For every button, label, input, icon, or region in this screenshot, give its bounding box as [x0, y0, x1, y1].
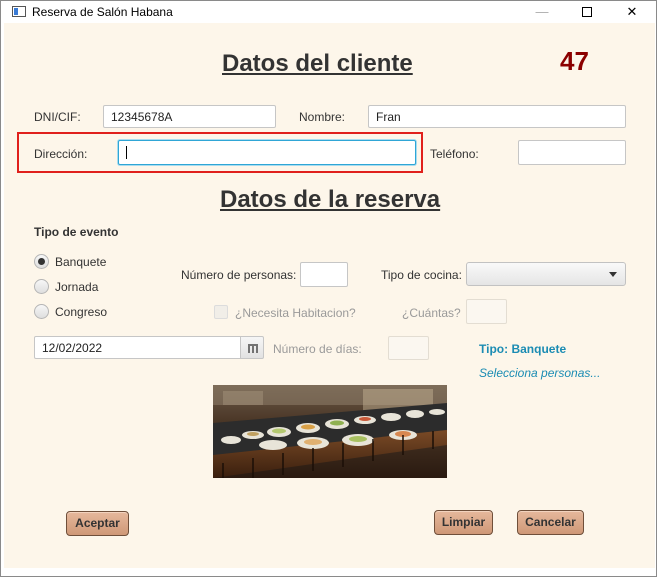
radio-congreso[interactable] [34, 304, 49, 319]
calendar-icon [248, 344, 258, 353]
direccion-input[interactable] [118, 140, 416, 165]
cocina-select[interactable] [466, 262, 626, 286]
dni-label: DNI/CIF: [34, 110, 81, 124]
date-picker-button[interactable] [240, 336, 264, 359]
aceptar-button[interactable]: Aceptar [66, 511, 129, 536]
window-title: Reserva de Salón Habana [32, 5, 173, 19]
direccion-label: Dirección: [34, 147, 88, 161]
text-caret [126, 146, 127, 160]
app-icon [12, 6, 26, 17]
buffet-photo-image [213, 385, 447, 478]
limpiar-button[interactable]: Limpiar [434, 510, 493, 535]
cliente-heading: Datos del cliente [222, 50, 413, 77]
radio-congreso-label[interactable]: Congreso [55, 305, 107, 319]
habitacion-label: ¿Necesita Habitacion? [235, 306, 356, 320]
radio-jornada-label[interactable]: Jornada [55, 280, 98, 294]
close-button[interactable]: ✕ [609, 1, 655, 23]
maximize-button[interactable] [564, 1, 610, 23]
dias-label: Número de días: [273, 342, 362, 356]
maximize-icon [582, 6, 592, 17]
cocina-label: Tipo de cocina: [381, 268, 462, 282]
cancelar-button[interactable]: Cancelar [517, 510, 584, 535]
personas-input[interactable] [300, 262, 348, 287]
fecha-input[interactable]: 12/02/2022 [34, 336, 244, 359]
app-window: Reserva de Salón Habana — ✕ Datos del cl… [0, 0, 657, 577]
reservation-counter: 47 [560, 46, 589, 76]
tipo-evento-label: Tipo de evento [34, 225, 119, 239]
radio-banquete[interactable] [34, 254, 49, 269]
personas-label: Número de personas: [181, 268, 297, 282]
form-area: Datos del cliente 47 DNI/CIF: 12345678A … [4, 23, 655, 568]
telefono-input[interactable] [518, 140, 626, 165]
radio-jornada[interactable] [34, 279, 49, 294]
cuantas-input[interactable] [466, 299, 507, 324]
nombre-label: Nombre: [299, 110, 346, 124]
info-personas: Selecciona personas... [479, 366, 601, 380]
dni-input[interactable]: 12345678A [103, 105, 276, 128]
buffet-photo [213, 385, 447, 478]
telefono-label: Teléfono: [430, 147, 479, 161]
chevron-down-icon [609, 272, 617, 277]
dias-input[interactable] [388, 336, 429, 360]
title-bar: Reserva de Salón Habana — ✕ [1, 1, 656, 23]
habitacion-checkbox[interactable] [214, 305, 228, 319]
nombre-input[interactable]: Fran [368, 105, 626, 128]
minimize-button[interactable]: — [519, 1, 565, 23]
info-tipo: Tipo: Banquete [479, 342, 567, 356]
radio-banquete-label[interactable]: Banquete [55, 255, 106, 269]
cuantas-label: ¿Cuántas? [402, 306, 461, 320]
reserva-heading: Datos de la reserva [220, 186, 441, 213]
